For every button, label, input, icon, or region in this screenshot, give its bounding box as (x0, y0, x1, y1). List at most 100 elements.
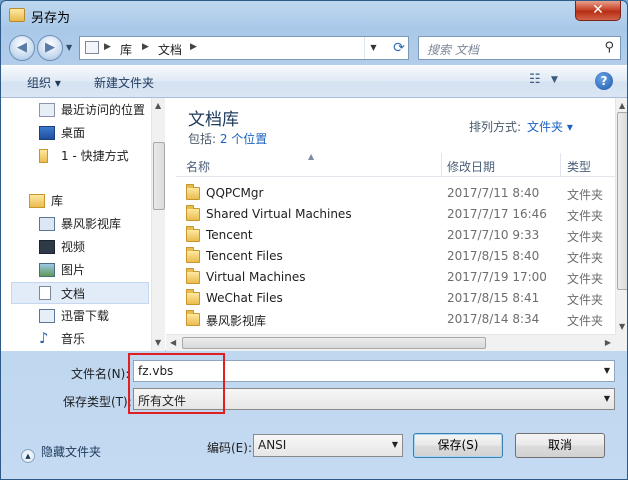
library-title: 文档库 (188, 110, 239, 130)
vertical-scroll-thumb[interactable] (617, 112, 627, 290)
recent-pages-dropdown[interactable]: ▼ (66, 43, 72, 52)
arrange-by: 排列方式: 文件夹 ▾ (469, 118, 573, 135)
search-icon[interactable]: ⚲ (604, 40, 614, 55)
file-name: QQPCMgr (206, 186, 264, 200)
arrange-dropdown[interactable]: 文件夹 ▾ (527, 120, 573, 134)
file-type: 文件夹 (567, 251, 604, 265)
file-date: 2017/7/19 17:00 (447, 270, 547, 284)
file-date: 2017/8/15 8:40 (447, 249, 540, 263)
breadcrumb-arrow-icon[interactable]: ▶ (104, 42, 111, 52)
scrollbar-corner (615, 334, 627, 351)
search-box[interactable]: 搜索 文档 ⚲ (418, 36, 621, 60)
breadcrumb-library[interactable]: 库 (120, 41, 132, 58)
nav-item-xunlei[interactable]: 迅雷下载 (11, 305, 149, 327)
breadcrumb-arrow-icon[interactable]: ▶ (142, 42, 149, 52)
table-row[interactable]: QQPCMgr 2017/7/11 8:40 文件夹 (176, 184, 616, 205)
music-icon: ♪ (39, 329, 49, 347)
navigation-bar: ◀ ▶ ▼ ▶ 库 ▶ 文档 ▶ ▼ ⟳ 搜索 文档 ⚲ (1, 31, 627, 65)
filetype-label: 保存类型(T): (63, 395, 132, 409)
new-folder-button[interactable]: 新建文件夹 (94, 74, 154, 91)
address-bar[interactable]: ▶ 库 ▶ 文档 ▶ ▼ (79, 36, 409, 60)
address-history-dropdown[interactable]: ▼ (364, 37, 382, 59)
table-row[interactable]: WeChat Files 2017/8/15 8:41 文件夹 (176, 289, 616, 310)
column-date[interactable]: 修改日期 (447, 158, 495, 175)
scroll-down-icon[interactable]: ▼ (155, 338, 161, 347)
horizontal-scroll-thumb[interactable] (182, 337, 486, 349)
breadcrumb-arrow-icon[interactable]: ▶ (190, 42, 197, 52)
view-dropdown-icon[interactable]: ▼ (551, 75, 558, 85)
column-divider[interactable] (560, 153, 561, 177)
column-divider[interactable] (441, 153, 442, 177)
file-list-pane: 文档库 包括: 2 个位置 排列方式: 文件夹 ▾ ▲ 名称 修改日期 类型 QQ… (166, 98, 627, 351)
search-input[interactable]: 搜索 文档 (427, 41, 479, 58)
nav-item-baofeng[interactable]: 暴风影视库 (11, 213, 149, 235)
nav-item-desktop[interactable]: 桌面 (11, 122, 149, 144)
cancel-button[interactable]: 取消 (515, 433, 605, 458)
file-list-vertical-scrollbar[interactable]: ▲ ▼ (615, 98, 627, 334)
nav-item-label: 视频 (61, 240, 86, 254)
filename-label: 文件名(N): (71, 367, 130, 381)
organize-button[interactable]: 组织 ▾ (27, 74, 61, 91)
folder-icon (186, 247, 200, 263)
folder-icon (186, 289, 200, 305)
nav-scrollbar[interactable]: ▲ ▼ (151, 98, 165, 351)
folder-icon (186, 226, 200, 242)
nav-item-libraries[interactable]: 库 (5, 190, 149, 212)
forward-button[interactable]: ▶ (37, 35, 63, 61)
nav-item-pictures[interactable]: 图片 (11, 259, 149, 281)
table-row[interactable]: Tencent 2017/7/10 9:33 文件夹 (176, 226, 616, 247)
locations-link[interactable]: 2 个位置 (220, 132, 267, 146)
table-row[interactable]: Shared Virtual Machines 2017/7/17 16:46 … (176, 205, 616, 226)
refresh-icon[interactable]: ⟳ (389, 38, 409, 58)
nav-item-documents[interactable]: 文档 (11, 282, 149, 304)
file-type: 文件夹 (567, 293, 604, 307)
nav-item-videos[interactable]: 视频 (11, 236, 149, 258)
includes-label: 包括: (188, 132, 220, 146)
view-options-icon[interactable]: ☷ (529, 72, 541, 87)
encoding-select[interactable]: ANSI ▼ (253, 434, 403, 457)
scroll-down-icon[interactable]: ▼ (619, 322, 625, 331)
nav-scroll-thumb[interactable] (153, 142, 165, 210)
desktop-icon (39, 126, 55, 140)
table-row[interactable]: Tencent Files 2017/8/15 8:40 文件夹 (176, 247, 616, 268)
chevron-down-icon[interactable]: ▼ (604, 366, 610, 375)
chevron-down-icon[interactable]: ▼ (604, 394, 610, 403)
close-button[interactable]: ✕ (575, 1, 621, 21)
folder-icon (186, 310, 200, 326)
hide-folders-button[interactable]: ▲ 隐藏文件夹 (21, 443, 101, 463)
scroll-up-icon[interactable]: ▲ (619, 101, 625, 110)
scroll-left-icon[interactable]: ◀ (170, 338, 176, 347)
nav-item-recent[interactable]: 最近访问的位置 (11, 99, 149, 121)
breadcrumb-documents[interactable]: 文档 (158, 41, 182, 58)
file-name: Shared Virtual Machines (206, 207, 352, 221)
save-button[interactable]: 保存(S) (413, 433, 503, 458)
file-name: Tencent Files (206, 249, 283, 263)
file-date: 2017/7/10 9:33 (447, 228, 540, 242)
chevron-down-icon[interactable]: ▼ (392, 440, 398, 449)
nav-item-label: 桌面 (61, 126, 86, 140)
file-type: 文件夹 (567, 230, 604, 244)
command-bar: 组织 ▾ 新建文件夹 ☷ ▼ ? (1, 65, 627, 98)
file-list-horizontal-scrollbar[interactable]: ◀ ▶ (166, 334, 615, 351)
sort-ascending-icon: ▲ (308, 152, 315, 161)
dialog-footer: ▲ 隐藏文件夹 编码(E): ANSI ▼ 保存(S) 取消 (1, 423, 627, 479)
nav-item-shortcut[interactable]: 1 - 快捷方式 (11, 145, 149, 167)
file-name: Tencent (206, 228, 253, 242)
nav-item-label: 1 - 快捷方式 (61, 149, 129, 163)
help-icon[interactable]: ? (595, 72, 613, 90)
scroll-up-icon[interactable]: ▲ (155, 101, 161, 110)
encoding-label: 编码(E): (207, 441, 252, 455)
table-row[interactable]: 暴风影视库 2017/8/14 8:34 文件夹 (176, 310, 616, 331)
folder-icon (39, 149, 48, 163)
table-row[interactable]: Virtual Machines 2017/7/19 17:00 文件夹 (176, 268, 616, 289)
column-type[interactable]: 类型 (567, 158, 591, 175)
nav-item-label: 图片 (61, 263, 86, 277)
column-name[interactable]: 名称 (186, 158, 210, 175)
nav-item-music[interactable]: ♪ 音乐 (11, 328, 149, 350)
scroll-right-icon[interactable]: ▶ (605, 338, 611, 347)
file-date: 2017/8/15 8:41 (447, 291, 540, 305)
back-button[interactable]: ◀ (9, 35, 35, 61)
library-icon (29, 194, 45, 208)
red-highlight-box (128, 353, 225, 414)
file-type: 文件夹 (567, 209, 604, 223)
